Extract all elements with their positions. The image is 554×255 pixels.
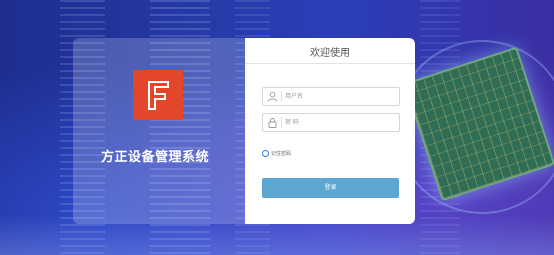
brand-logo (133, 70, 183, 120)
title-divider (245, 63, 415, 64)
remember-password[interactable]: 记住密码 (262, 150, 291, 157)
password-input[interactable] (285, 114, 395, 131)
lock-icon (266, 116, 279, 129)
login-title: 欢迎使用 (310, 48, 350, 59)
user-icon (266, 90, 279, 103)
remember-label[interactable]: 记住密码 (271, 150, 291, 157)
field-separator (281, 117, 282, 128)
remember-radio[interactable] (262, 150, 269, 157)
login-button[interactable]: 登录 (262, 178, 399, 198)
username-input[interactable] (285, 88, 395, 105)
brand-panel (73, 38, 245, 224)
password-field[interactable] (262, 113, 400, 132)
username-field[interactable] (262, 87, 400, 106)
field-separator (281, 91, 282, 102)
system-title: 方正设备管理系统 (101, 150, 210, 165)
